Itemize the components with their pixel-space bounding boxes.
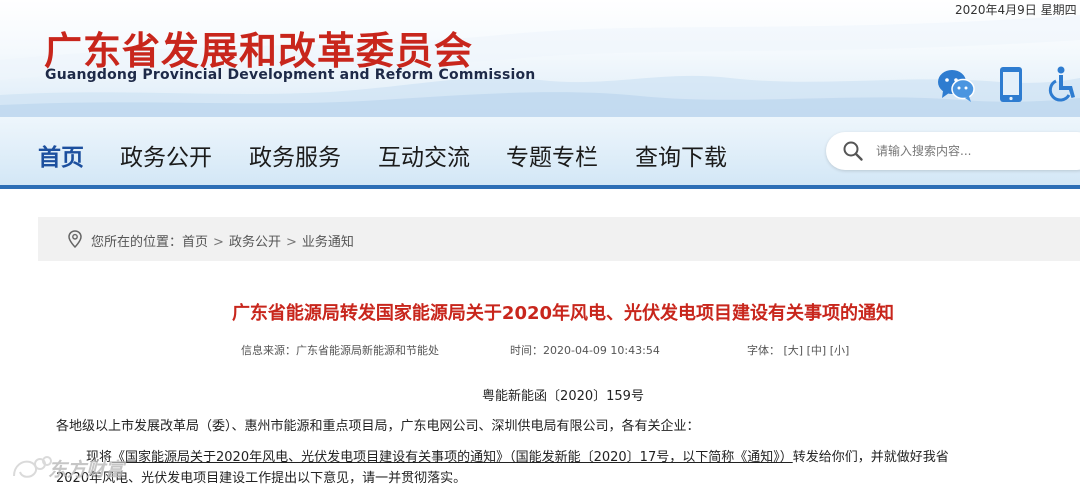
site-header: 2020年4月9日 星期四 广东省发展和改革委员会 Guangdong Prov… xyxy=(0,0,1080,117)
article-title: 广东省能源局转发国家能源局关于2020年风电、光伏发电项目建设有关事项的通知 xyxy=(231,303,895,324)
mobile-icon[interactable] xyxy=(995,64,1033,104)
breadcrumb: 您所在的位置：首页 > 政务公开 > 业务通知 xyxy=(38,217,1080,261)
breadcrumb-item-business-notice[interactable]: 业务通知 xyxy=(302,231,354,250)
nav-item-special-topics[interactable]: 专题专栏 xyxy=(506,138,598,172)
notice-link[interactable]: 《国家能源局关于2020年风电、光伏发电项目建设有关事项的通知》（国能发新能〔2… xyxy=(112,450,793,465)
paragraph-2-suffix: 转发给你们，并就做好我省 xyxy=(792,450,949,465)
nav-item-interaction[interactable]: 互动交流 xyxy=(378,138,470,172)
article-time: 时间：2020-04-09 10:43:54 xyxy=(510,344,660,357)
date-display: 2020年4月9日 星期四 xyxy=(955,3,1077,17)
nav-item-home[interactable]: 首页 xyxy=(38,138,84,172)
site-subtitle: Guangdong Provincial Development and Ref… xyxy=(45,67,536,83)
watermark-text: 东方财富 xyxy=(48,459,125,481)
font-size-controls: 字体： [大] [中] [小] xyxy=(747,342,849,358)
search-input[interactable] xyxy=(876,141,1076,161)
search-box[interactable] xyxy=(826,132,1080,170)
breadcrumb-trail: 您所在的位置：首页 > 政务公开 > 业务通知 xyxy=(91,231,354,250)
font-size-medium-button[interactable]: [中] xyxy=(807,344,827,357)
font-size-label: 字体： xyxy=(747,344,780,357)
document-number: 粤能新能函〔2020〕159号 xyxy=(482,389,644,404)
wechat-icon[interactable] xyxy=(937,64,975,104)
breadcrumb-separator: > xyxy=(213,235,224,250)
article-paragraph-1: 各地级以上市发展改革局（委）、惠州市能源和重点项目局，广东电网公司、深圳供电局有… xyxy=(56,419,700,434)
font-size-small-button[interactable]: [小] xyxy=(830,344,850,357)
nav-item-query-download[interactable]: 查询下载 xyxy=(635,138,727,172)
breadcrumb-prefix: 您所在的位置： xyxy=(91,235,183,250)
breadcrumb-item-home[interactable]: 首页 xyxy=(182,231,208,250)
accessibility-icon[interactable] xyxy=(1043,64,1080,104)
article-paragraph-2: 现将《国家能源局关于2020年风电、光伏发电项目建设有关事项的通知》（国能发新能… xyxy=(86,446,949,465)
nav-divider xyxy=(0,185,1080,189)
breadcrumb-separator: > xyxy=(285,235,297,250)
breadcrumb-item-government-affairs[interactable]: 政务公开 xyxy=(229,231,281,250)
font-size-large-button[interactable]: [大] xyxy=(784,344,804,357)
nav-item-government-services[interactable]: 政务服务 xyxy=(249,138,341,172)
nav-item-government-affairs[interactable]: 政务公开 xyxy=(120,138,212,172)
location-pin-icon xyxy=(68,230,82,248)
article-source: 信息来源：广东省能源局新能源和节能处 xyxy=(241,344,439,357)
search-icon[interactable] xyxy=(842,140,864,162)
